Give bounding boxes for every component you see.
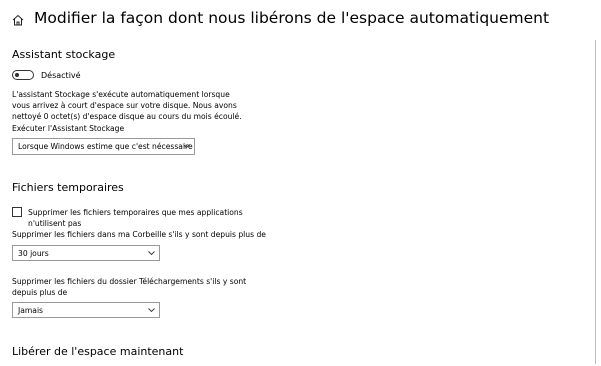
delete-temp-files-checkbox[interactable] (12, 207, 22, 217)
free-space-now-title: Libérer de l'espace maintenant (12, 345, 184, 358)
chevron-down-icon (148, 251, 155, 256)
temp-files-title: Fichiers temporaires (12, 181, 124, 194)
chevron-down-icon (148, 308, 155, 313)
delete-temp-files-label: Supprimer les fichiers temporaires que m… (28, 208, 243, 228)
downloads-value: Jamais (18, 306, 44, 315)
recycle-bin-label: Supprimer les fichiers dans ma Corbeille… (12, 230, 266, 239)
toggle-knob (15, 73, 19, 77)
run-storage-sense-label: Exécuter l'Assistant Stockage (12, 124, 125, 133)
page-title: Modifier la façon dont nous libérons de … (34, 9, 550, 27)
storage-sense-toggle[interactable] (12, 70, 34, 80)
recycle-bin-value: 30 jours (18, 249, 49, 258)
storage-sense-title: Assistant stockage (12, 48, 116, 61)
chevron-down-icon (183, 144, 190, 149)
recycle-bin-dropdown[interactable]: 30 jours (12, 245, 160, 261)
run-storage-sense-dropdown[interactable]: Lorsque Windows estime que c'est nécessa… (12, 138, 195, 155)
scrollbar[interactable] (595, 40, 596, 364)
downloads-label: Supprimer les fichiers du dossier Téléch… (12, 277, 247, 297)
home-icon[interactable] (12, 14, 24, 26)
storage-sense-description: L'assistant Stockage s'exécute automatiq… (12, 90, 242, 121)
downloads-dropdown[interactable]: Jamais (12, 302, 160, 318)
run-storage-sense-value: Lorsque Windows estime que c'est nécessa… (18, 142, 193, 151)
toggle-state-label: Désactivé (41, 71, 81, 80)
